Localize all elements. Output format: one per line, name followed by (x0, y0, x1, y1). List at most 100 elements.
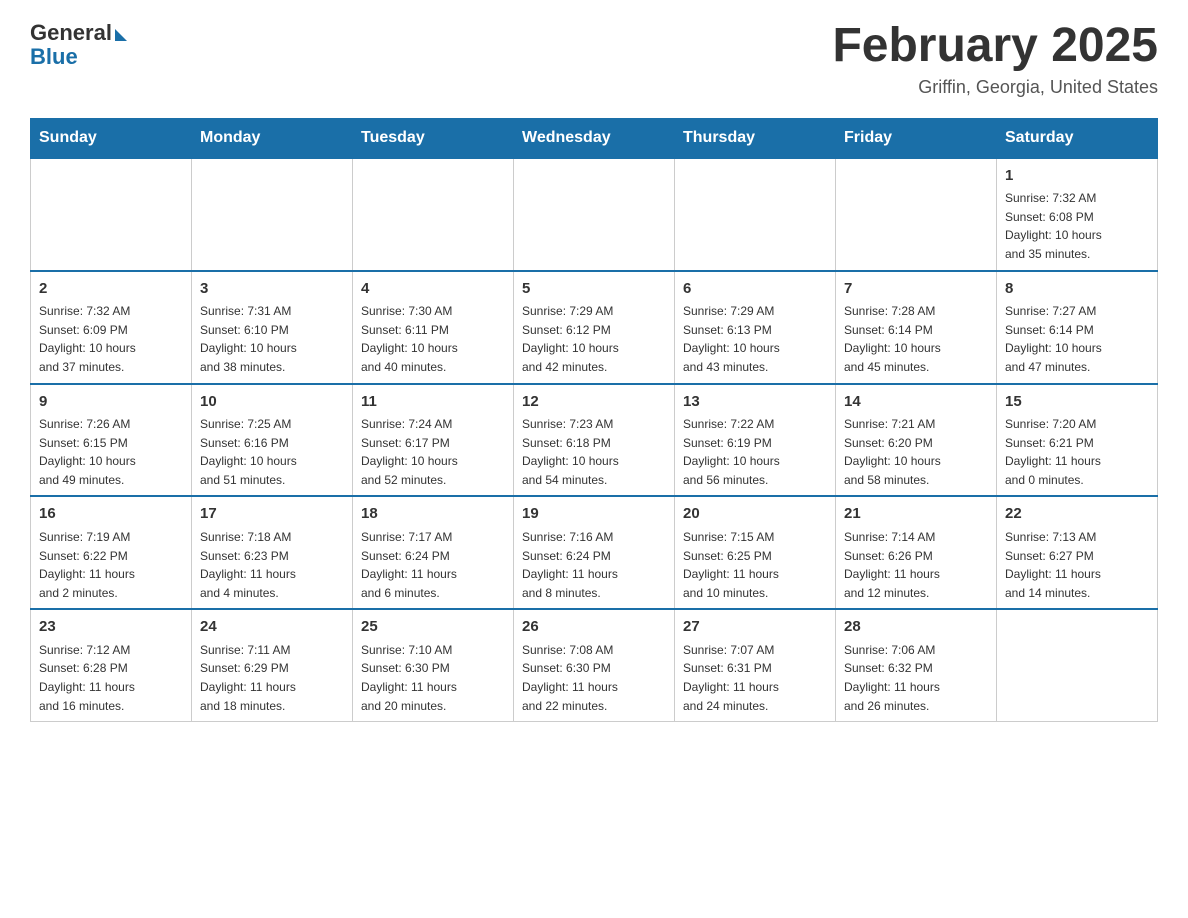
day-info: Sunrise: 7:32 AMSunset: 6:08 PMDaylight:… (1005, 189, 1149, 263)
day-number: 12 (522, 391, 666, 414)
day-info: Sunrise: 7:08 AMSunset: 6:30 PMDaylight:… (522, 641, 666, 715)
calendar-cell (836, 158, 997, 271)
calendar-cell: 22Sunrise: 7:13 AMSunset: 6:27 PMDayligh… (997, 496, 1158, 609)
day-info: Sunrise: 7:14 AMSunset: 6:26 PMDaylight:… (844, 528, 988, 602)
calendar-cell (353, 158, 514, 271)
day-info: Sunrise: 7:28 AMSunset: 6:14 PMDaylight:… (844, 302, 988, 376)
month-title: February 2025 (832, 20, 1158, 73)
logo-arrow-icon (115, 29, 127, 41)
day-header-tuesday: Tuesday (353, 118, 514, 158)
day-info: Sunrise: 7:19 AMSunset: 6:22 PMDaylight:… (39, 528, 183, 602)
day-number: 14 (844, 391, 988, 414)
calendar-week-row: 1Sunrise: 7:32 AMSunset: 6:08 PMDaylight… (31, 158, 1158, 271)
calendar-week-row: 2Sunrise: 7:32 AMSunset: 6:09 PMDaylight… (31, 271, 1158, 384)
calendar-cell: 21Sunrise: 7:14 AMSunset: 6:26 PMDayligh… (836, 496, 997, 609)
calendar-cell (675, 158, 836, 271)
day-info: Sunrise: 7:31 AMSunset: 6:10 PMDaylight:… (200, 302, 344, 376)
day-number: 19 (522, 503, 666, 526)
day-number: 21 (844, 503, 988, 526)
calendar-cell: 2Sunrise: 7:32 AMSunset: 6:09 PMDaylight… (31, 271, 192, 384)
day-number: 9 (39, 391, 183, 414)
calendar-cell: 3Sunrise: 7:31 AMSunset: 6:10 PMDaylight… (192, 271, 353, 384)
day-number: 8 (1005, 278, 1149, 301)
day-info: Sunrise: 7:22 AMSunset: 6:19 PMDaylight:… (683, 415, 827, 489)
logo-blue-text: Blue (30, 44, 78, 70)
day-info: Sunrise: 7:21 AMSunset: 6:20 PMDaylight:… (844, 415, 988, 489)
calendar-table: SundayMondayTuesdayWednesdayThursdayFrid… (30, 118, 1158, 722)
day-info: Sunrise: 7:06 AMSunset: 6:32 PMDaylight:… (844, 641, 988, 715)
calendar-cell (192, 158, 353, 271)
day-info: Sunrise: 7:24 AMSunset: 6:17 PMDaylight:… (361, 415, 505, 489)
calendar-cell: 20Sunrise: 7:15 AMSunset: 6:25 PMDayligh… (675, 496, 836, 609)
day-info: Sunrise: 7:27 AMSunset: 6:14 PMDaylight:… (1005, 302, 1149, 376)
day-number: 13 (683, 391, 827, 414)
day-info: Sunrise: 7:29 AMSunset: 6:12 PMDaylight:… (522, 302, 666, 376)
calendar-cell: 10Sunrise: 7:25 AMSunset: 6:16 PMDayligh… (192, 384, 353, 497)
logo: General Blue (30, 20, 127, 70)
day-number: 17 (200, 503, 344, 526)
title-section: February 2025 Griffin, Georgia, United S… (832, 20, 1158, 98)
calendar-cell: 18Sunrise: 7:17 AMSunset: 6:24 PMDayligh… (353, 496, 514, 609)
calendar-cell (31, 158, 192, 271)
calendar-cell (514, 158, 675, 271)
day-number: 3 (200, 278, 344, 301)
day-number: 20 (683, 503, 827, 526)
day-number: 4 (361, 278, 505, 301)
calendar-cell: 27Sunrise: 7:07 AMSunset: 6:31 PMDayligh… (675, 609, 836, 721)
calendar-week-row: 9Sunrise: 7:26 AMSunset: 6:15 PMDaylight… (31, 384, 1158, 497)
calendar-week-row: 23Sunrise: 7:12 AMSunset: 6:28 PMDayligh… (31, 609, 1158, 721)
calendar-cell: 6Sunrise: 7:29 AMSunset: 6:13 PMDaylight… (675, 271, 836, 384)
calendar-cell: 1Sunrise: 7:32 AMSunset: 6:08 PMDaylight… (997, 158, 1158, 271)
day-info: Sunrise: 7:10 AMSunset: 6:30 PMDaylight:… (361, 641, 505, 715)
calendar-cell: 11Sunrise: 7:24 AMSunset: 6:17 PMDayligh… (353, 384, 514, 497)
calendar-cell: 15Sunrise: 7:20 AMSunset: 6:21 PMDayligh… (997, 384, 1158, 497)
day-number: 22 (1005, 503, 1149, 526)
day-info: Sunrise: 7:25 AMSunset: 6:16 PMDaylight:… (200, 415, 344, 489)
calendar-header-row: SundayMondayTuesdayWednesdayThursdayFrid… (31, 118, 1158, 158)
day-number: 16 (39, 503, 183, 526)
calendar-cell: 12Sunrise: 7:23 AMSunset: 6:18 PMDayligh… (514, 384, 675, 497)
day-info: Sunrise: 7:26 AMSunset: 6:15 PMDaylight:… (39, 415, 183, 489)
calendar-cell: 14Sunrise: 7:21 AMSunset: 6:20 PMDayligh… (836, 384, 997, 497)
day-header-saturday: Saturday (997, 118, 1158, 158)
day-number: 18 (361, 503, 505, 526)
day-header-wednesday: Wednesday (514, 118, 675, 158)
day-number: 24 (200, 616, 344, 639)
calendar-cell: 4Sunrise: 7:30 AMSunset: 6:11 PMDaylight… (353, 271, 514, 384)
location-text: Griffin, Georgia, United States (832, 77, 1158, 98)
day-number: 28 (844, 616, 988, 639)
day-info: Sunrise: 7:12 AMSunset: 6:28 PMDaylight:… (39, 641, 183, 715)
day-header-friday: Friday (836, 118, 997, 158)
day-header-thursday: Thursday (675, 118, 836, 158)
day-number: 5 (522, 278, 666, 301)
calendar-cell: 26Sunrise: 7:08 AMSunset: 6:30 PMDayligh… (514, 609, 675, 721)
logo-general-text: General (30, 20, 112, 46)
day-number: 2 (39, 278, 183, 301)
day-number: 7 (844, 278, 988, 301)
day-header-sunday: Sunday (31, 118, 192, 158)
day-info: Sunrise: 7:23 AMSunset: 6:18 PMDaylight:… (522, 415, 666, 489)
day-info: Sunrise: 7:20 AMSunset: 6:21 PMDaylight:… (1005, 415, 1149, 489)
calendar-cell: 23Sunrise: 7:12 AMSunset: 6:28 PMDayligh… (31, 609, 192, 721)
calendar-week-row: 16Sunrise: 7:19 AMSunset: 6:22 PMDayligh… (31, 496, 1158, 609)
day-info: Sunrise: 7:30 AMSunset: 6:11 PMDaylight:… (361, 302, 505, 376)
page-header: General Blue February 2025 Griffin, Geor… (30, 20, 1158, 98)
day-info: Sunrise: 7:18 AMSunset: 6:23 PMDaylight:… (200, 528, 344, 602)
calendar-cell: 28Sunrise: 7:06 AMSunset: 6:32 PMDayligh… (836, 609, 997, 721)
day-number: 27 (683, 616, 827, 639)
day-number: 11 (361, 391, 505, 414)
day-number: 10 (200, 391, 344, 414)
day-info: Sunrise: 7:32 AMSunset: 6:09 PMDaylight:… (39, 302, 183, 376)
day-info: Sunrise: 7:13 AMSunset: 6:27 PMDaylight:… (1005, 528, 1149, 602)
calendar-cell: 25Sunrise: 7:10 AMSunset: 6:30 PMDayligh… (353, 609, 514, 721)
day-info: Sunrise: 7:15 AMSunset: 6:25 PMDaylight:… (683, 528, 827, 602)
calendar-cell: 19Sunrise: 7:16 AMSunset: 6:24 PMDayligh… (514, 496, 675, 609)
calendar-cell: 24Sunrise: 7:11 AMSunset: 6:29 PMDayligh… (192, 609, 353, 721)
day-number: 1 (1005, 165, 1149, 188)
calendar-cell: 9Sunrise: 7:26 AMSunset: 6:15 PMDaylight… (31, 384, 192, 497)
day-info: Sunrise: 7:16 AMSunset: 6:24 PMDaylight:… (522, 528, 666, 602)
day-header-monday: Monday (192, 118, 353, 158)
day-number: 23 (39, 616, 183, 639)
day-info: Sunrise: 7:11 AMSunset: 6:29 PMDaylight:… (200, 641, 344, 715)
day-number: 15 (1005, 391, 1149, 414)
